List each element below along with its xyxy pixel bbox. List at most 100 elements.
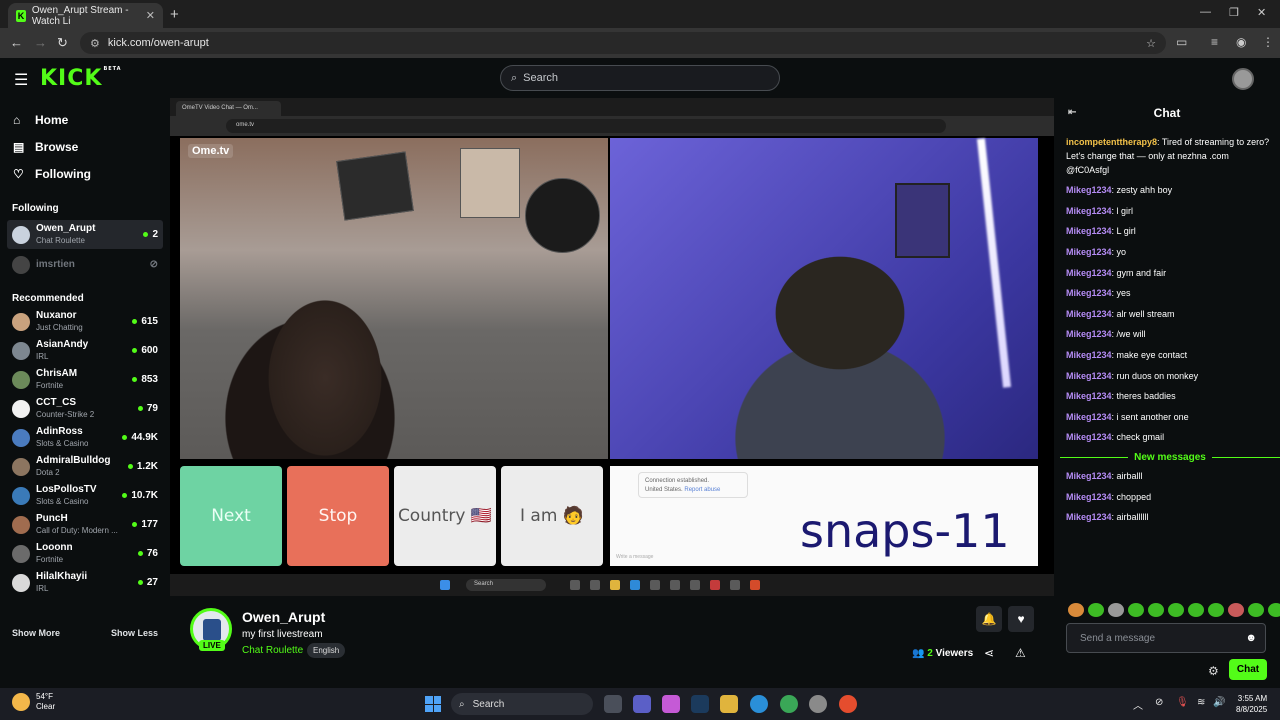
- user-avatar[interactable]: [1232, 68, 1254, 90]
- back-icon[interactable]: ←: [10, 35, 23, 50]
- emote-icon[interactable]: [1228, 603, 1244, 617]
- chat-username[interactable]: Mikeg1234: [1066, 471, 1112, 481]
- site-info-icon[interactable]: ⚙: [90, 37, 100, 50]
- nav-home[interactable]: ⌂ Home: [0, 106, 170, 133]
- cast-icon[interactable]: ▭: [1176, 35, 1187, 49]
- tray-chevron-icon[interactable]: ︿: [1133, 697, 1143, 712]
- taskbar-search[interactable]: ⌕ Search: [451, 693, 593, 715]
- chat-username[interactable]: Mikeg1234: [1066, 309, 1112, 319]
- close-tab-icon[interactable]: ✕: [146, 9, 155, 22]
- mic-icon[interactable]: 🎙: [1176, 697, 1189, 708]
- emote-icon[interactable]: [1068, 603, 1084, 617]
- country-button[interactable]: Country 🇺🇸: [394, 466, 496, 566]
- search-input[interactable]: ⌕ Search: [500, 65, 780, 91]
- next-button[interactable]: Next: [180, 466, 282, 566]
- kick-logo[interactable]: KICKBETA: [40, 66, 122, 91]
- sidebar-channel-punch[interactable]: PuncH Call of Duty: Modern ... 177: [0, 510, 170, 539]
- new-tab-icon[interactable]: +: [170, 6, 179, 23]
- bookmark-star-icon[interactable]: ☆: [1146, 37, 1156, 50]
- sidebar-channel-admiralbulldog[interactable]: AdmiralBulldog Dota 2 1.2K: [0, 452, 170, 481]
- chat-username[interactable]: Mikeg1234: [1066, 412, 1112, 422]
- chat-username[interactable]: Mikeg1234: [1066, 268, 1112, 278]
- restore-icon[interactable]: ❐: [1229, 6, 1239, 19]
- emote-icon[interactable]: [1088, 603, 1104, 617]
- sidebar-channel-imsrtien[interactable]: imsrtien ⊘: [0, 250, 170, 279]
- browser-tab[interactable]: K Owen_Arupt Stream - Watch Li ✕: [8, 3, 163, 28]
- extension-icon[interactable]: ◉: [1236, 35, 1246, 49]
- chat-username[interactable]: Mikeg1234: [1066, 288, 1112, 298]
- chat-settings-icon[interactable]: ⚙: [1208, 664, 1219, 678]
- chat-username[interactable]: Mikeg1234: [1066, 226, 1112, 236]
- chat-username[interactable]: Mikeg1234: [1066, 185, 1112, 195]
- chat-username[interactable]: Mikeg1234: [1066, 432, 1112, 442]
- chat-username[interactable]: incompetenttherapy8: [1066, 137, 1157, 147]
- close-window-icon[interactable]: ✕: [1257, 6, 1266, 19]
- sidebar-channel-chrisam[interactable]: ChrisAM Fortnite 853: [0, 365, 170, 394]
- copilot-icon[interactable]: [662, 695, 680, 713]
- edge-icon[interactable]: [750, 695, 768, 713]
- file-explorer-icon[interactable]: [720, 695, 738, 713]
- language-tag[interactable]: English: [307, 643, 346, 658]
- chat-username[interactable]: Mikeg1234: [1066, 391, 1112, 401]
- sidebar-channel-nuxanor[interactable]: Nuxanor Just Chatting 615: [0, 307, 170, 336]
- emote-icon[interactable]: [1208, 603, 1224, 617]
- show-more-button[interactable]: Show More: [12, 628, 60, 638]
- nav-browse[interactable]: ▤ Browse: [0, 133, 170, 160]
- notification-bell-button[interactable]: 🔔: [976, 606, 1002, 632]
- obs-icon[interactable]: [809, 695, 827, 713]
- sidebar-channel-looonn[interactable]: Looonn Fortnite 76: [0, 539, 170, 568]
- stream-video[interactable]: OmeTV Video Chat — Om... ome.tv Ome.tv N…: [170, 98, 1054, 596]
- playlist-icon[interactable]: ≡: [1211, 35, 1218, 49]
- steam-icon[interactable]: [691, 695, 709, 713]
- emote-icon[interactable]: [1188, 603, 1204, 617]
- emoji-picker-icon[interactable]: ☻: [1245, 632, 1257, 644]
- url-field[interactable]: ⚙ kick.com/owen-arupt ☆: [80, 32, 1166, 54]
- streamer-name[interactable]: Owen_Arupt: [242, 609, 325, 625]
- emote-icon[interactable]: [1128, 603, 1144, 617]
- sidebar-channel-hilalkhayii[interactable]: HilalKhayii IRL 27: [0, 568, 170, 597]
- chat-username[interactable]: Mikeg1234: [1066, 350, 1112, 360]
- chat-username[interactable]: Mikeg1234: [1066, 206, 1112, 216]
- emote-icon[interactable]: [1268, 603, 1280, 617]
- wifi-icon[interactable]: ≋: [1197, 697, 1205, 708]
- emote-icon[interactable]: [1108, 603, 1124, 617]
- gender-button[interactable]: I am 🧑: [501, 466, 603, 566]
- volume-icon[interactable]: 🔊: [1213, 697, 1225, 708]
- collapse-chat-icon[interactable]: ⇤: [1068, 107, 1076, 118]
- stream-category[interactable]: Chat Roulette: [242, 645, 303, 656]
- emote-icon[interactable]: [1248, 603, 1264, 617]
- chat-send-button[interactable]: Chat: [1229, 659, 1267, 680]
- chat-username[interactable]: Mikeg1234: [1066, 371, 1112, 381]
- teams-icon[interactable]: [633, 695, 651, 713]
- start-icon[interactable]: [425, 696, 441, 712]
- chat-username[interactable]: Mikeg1234: [1066, 492, 1112, 502]
- chrome-dev-icon[interactable]: [839, 695, 857, 713]
- forward-icon[interactable]: →: [34, 35, 47, 50]
- sidebar-channel-lospollostv[interactable]: LosPollosTV Slots & Casino 10.7K: [0, 481, 170, 510]
- share-icon[interactable]: ⋖: [984, 646, 994, 660]
- menu-icon[interactable]: ☰: [14, 70, 28, 90]
- weather-widget[interactable]: 54°F Clear: [12, 692, 55, 712]
- chat-username[interactable]: Mikeg1234: [1066, 247, 1112, 257]
- network-off-icon[interactable]: ⊘: [1155, 697, 1163, 708]
- system-clock[interactable]: 3:55 AM 8/8/2025: [1236, 693, 1267, 715]
- follow-button[interactable]: ♥: [1008, 606, 1034, 632]
- sidebar-channel-cct_cs[interactable]: CCT_CS Counter-Strike 2 79: [0, 394, 170, 423]
- emote-icon[interactable]: [1168, 603, 1184, 617]
- reload-icon[interactable]: ↻: [57, 35, 68, 51]
- minimize-icon[interactable]: —: [1200, 6, 1211, 18]
- task-view-icon[interactable]: [604, 695, 622, 713]
- chrome-icon[interactable]: [780, 695, 798, 713]
- browser-menu-icon[interactable]: ⋮: [1262, 35, 1274, 49]
- chat-username[interactable]: Mikeg1234: [1066, 329, 1112, 339]
- emote-icon[interactable]: [1148, 603, 1164, 617]
- chat-username[interactable]: Mikeg1234: [1066, 512, 1112, 522]
- stop-button[interactable]: Stop: [287, 466, 389, 566]
- sidebar-channel-owen-arupt[interactable]: Owen_Arupt Chat Roulette 2: [7, 220, 163, 249]
- report-icon[interactable]: ⚠: [1015, 646, 1026, 660]
- sidebar-channel-adinross[interactable]: AdinRoss Slots & Casino 44.9K: [0, 423, 170, 452]
- sidebar-channel-asianandy[interactable]: AsianAndy IRL 600: [0, 336, 170, 365]
- chat-message-input[interactable]: Send a message ☻: [1066, 623, 1266, 653]
- nav-following[interactable]: ♡ Following: [0, 160, 170, 187]
- show-less-button[interactable]: Show Less: [111, 628, 158, 638]
